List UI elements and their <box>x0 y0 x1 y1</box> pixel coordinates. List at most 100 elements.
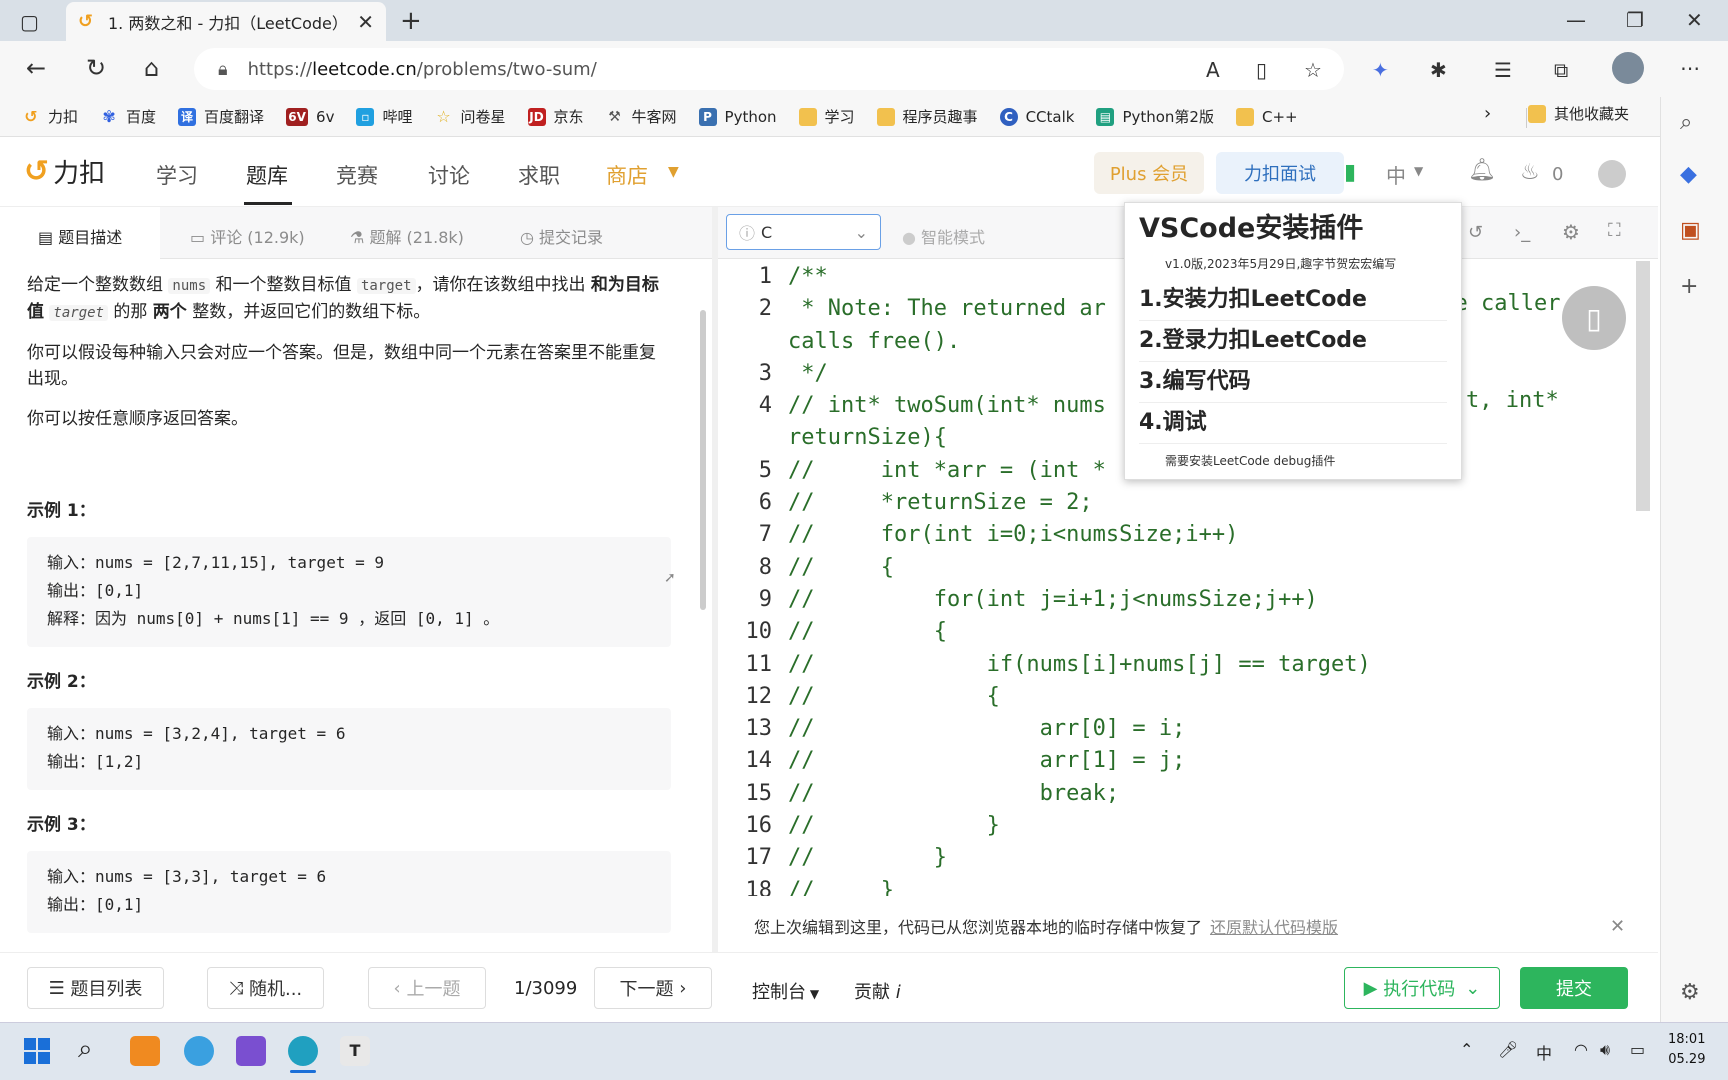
bookmark-folder[interactable]: 学习 <box>798 106 855 127</box>
restore-default-link[interactable]: 还原默认代码模版 <box>1210 914 1338 938</box>
bookmark-folder[interactable]: 程序员趣事 <box>876 106 978 127</box>
plus-member-button[interactable]: Plus 会员 <box>1094 152 1204 194</box>
address-bar[interactable]: 🔒︎ https://leetcode.cn/problems/two-sum/ <box>194 48 1344 90</box>
submit-button[interactable]: 提交 <box>1520 967 1628 1009</box>
volume-icon[interactable]: 🔊︎ <box>1600 1040 1610 1060</box>
shopping-tag-icon[interactable]: ◆ <box>1680 162 1697 187</box>
add-icon[interactable]: + <box>1680 274 1698 299</box>
pdf-app-icon[interactable] <box>130 1036 160 1066</box>
bookmark-item[interactable]: ↺ 力扣 <box>22 106 78 127</box>
nav-contest[interactable]: 竞赛 <box>336 160 378 190</box>
editor-scrollbar[interactable] <box>1636 261 1650 511</box>
home-icon[interactable]: ⌂ <box>144 54 159 82</box>
nav-learn[interactable]: 学习 <box>156 160 198 190</box>
bookmark-item[interactable]: P Python <box>698 107 777 126</box>
bookmark-float-icon[interactable]: ▯ <box>1562 286 1626 350</box>
random-button[interactable]: ⤨ 随机... <box>207 967 324 1009</box>
bookmark-item[interactable]: ✾ 百度 <box>100 106 156 127</box>
code-line[interactable]: 12 // { <box>722 681 1637 713</box>
code-line[interactable]: 14 // arr[1] = j; <box>722 745 1637 777</box>
restore-icon[interactable]: ❐ <box>1626 8 1644 32</box>
add-favorite-icon[interactable]: ☆ <box>1304 58 1322 82</box>
code-line[interactable]: 6 // *returnSize = 2; <box>722 487 1637 519</box>
popup-item[interactable]: 2.登录力扣LeetCode <box>1139 321 1447 362</box>
code-line[interactable]: 10 // { <box>722 616 1637 648</box>
smart-mode-toggle[interactable]: ● 智能模式 <box>902 224 985 248</box>
prev-button[interactable]: ‹ 上一题 <box>368 967 486 1009</box>
microphone-icon[interactable]: 🎤︎ <box>1498 1040 1518 1059</box>
leetcode-logo[interactable]: ↺ 力扣 <box>24 153 105 190</box>
lock-icon[interactable]: 🔒︎ <box>218 59 228 80</box>
start-icon[interactable] <box>24 1038 50 1064</box>
close-icon[interactable]: ✕ <box>1610 916 1625 937</box>
tools-icon[interactable]: ▣ <box>1680 218 1701 243</box>
sidebar-toggle-icon[interactable]: ▢ <box>20 10 39 34</box>
battery-icon[interactable]: ▭ <box>1630 1040 1645 1059</box>
settings-icon[interactable]: ⚙ <box>1562 220 1580 244</box>
close-window-icon[interactable]: ✕ <box>1686 8 1703 32</box>
code-line[interactable]: 9 // for(int j=i+1;j<numsSize;j++) <box>722 584 1637 616</box>
contribute-link[interactable]: 贡献 i <box>854 978 901 1004</box>
fire-icon[interactable]: ♨ <box>1520 160 1540 185</box>
console-toggle[interactable]: 控制台 ▼ <box>752 978 819 1004</box>
panel-divider[interactable] <box>712 207 718 952</box>
close-tab-icon[interactable]: ✕ <box>357 10 374 34</box>
bell-icon[interactable]: 🔔︎ <box>1468 158 1496 183</box>
clock[interactable]: 18:01 05.29 <box>1668 1030 1705 1070</box>
tab-submissions[interactable]: ◷ 提交记录 <box>520 224 603 248</box>
user-avatar[interactable] <box>1598 160 1626 188</box>
browser-tab[interactable]: ↺ 1. 两数之和 - 力扣（LeetCode） ✕ <box>66 2 386 41</box>
refresh-icon[interactable]: ↻ <box>86 54 106 82</box>
code-line[interactable]: 18 // } <box>722 875 1637 896</box>
extension-bird-icon[interactable]: ✦ <box>1372 58 1389 82</box>
code-line[interactable]: 8 // { <box>722 552 1637 584</box>
search-icon[interactable]: ⌕ <box>1680 110 1692 135</box>
bookmark-item[interactable]: 译百度翻译 <box>178 106 264 127</box>
other-bookmarks[interactable]: 其他收藏夹 <box>1528 103 1629 124</box>
nav-problemset[interactable]: 题库 <box>246 160 288 190</box>
popup-item[interactable]: 1.安装力扣LeetCode <box>1139 280 1447 321</box>
edge-icon[interactable] <box>288 1036 318 1066</box>
bookmark-item[interactable]: ▤ Python第2版 <box>1096 106 1214 127</box>
code-line[interactable]: 16 // } <box>722 810 1637 842</box>
code-line[interactable]: 15 // break; <box>722 778 1637 810</box>
new-tab-icon[interactable]: + <box>400 6 422 36</box>
extensions-icon[interactable]: ✱ <box>1430 58 1447 82</box>
code-line[interactable]: 13 // arr[0] = i; <box>722 713 1637 745</box>
language-toggle[interactable]: 中 <box>1386 160 1406 189</box>
settings-icon[interactable]: ⚙ <box>1680 980 1700 1005</box>
bookmarks-overflow-icon[interactable]: › <box>1484 103 1491 124</box>
ime-indicator[interactable]: 中 <box>1536 1040 1552 1064</box>
more-icon[interactable]: ⋯ <box>1680 56 1700 80</box>
favorites-icon[interactable]: ☰ <box>1494 58 1512 82</box>
split-screen-icon[interactable]: ▯ <box>1256 58 1267 82</box>
popup-item[interactable]: 3.编写代码 <box>1139 362 1447 403</box>
terminal-icon[interactable]: ›_ <box>1514 222 1530 243</box>
bookmark-item[interactable]: ▫ 哔哩 <box>356 106 412 127</box>
typora-icon[interactable]: T <box>340 1036 370 1066</box>
nav-store[interactable]: 商店 <box>606 160 648 190</box>
nav-discuss[interactable]: 讨论 <box>428 160 470 190</box>
popup-item[interactable]: 4.调试 <box>1139 403 1447 444</box>
code-line[interactable]: 11 // if(nums[i]+nums[j] == target) <box>722 649 1637 681</box>
problem-list-button[interactable]: ☰ 题目列表 <box>27 967 164 1009</box>
chevron-up-icon[interactable]: ⌃ <box>1460 1040 1473 1059</box>
tab-solutions[interactable]: ⚗ 题解 (21.8k) <box>350 224 464 248</box>
nav-jobs[interactable]: 求职 <box>518 160 560 190</box>
mobile-icon[interactable]: ▮ <box>1344 160 1356 185</box>
visual-studio-icon[interactable] <box>236 1036 266 1066</box>
code-line[interactable]: 17 // } <box>722 842 1637 874</box>
search-icon[interactable]: ⌕ <box>78 1034 93 1065</box>
bookmark-item[interactable]: JD 京东 <box>527 106 584 127</box>
code-line[interactable]: 7 // for(int i=0;i<numsSize;i++) <box>722 519 1637 551</box>
bookmark-item[interactable]: C CCtalk <box>999 107 1074 126</box>
next-button[interactable]: 下一题 › <box>594 967 712 1009</box>
python-app-icon[interactable] <box>184 1036 214 1066</box>
profile-avatar[interactable] <box>1612 52 1644 84</box>
minimize-icon[interactable]: — <box>1566 8 1586 32</box>
fullscreen-icon[interactable]: ⛶ <box>1608 220 1621 241</box>
collections-icon[interactable]: ⧉ <box>1554 58 1568 82</box>
bookmark-item[interactable]: 6V 6v <box>286 107 334 126</box>
left-scrollbar[interactable] <box>700 310 706 610</box>
bookmark-folder[interactable]: C++ <box>1235 107 1298 126</box>
